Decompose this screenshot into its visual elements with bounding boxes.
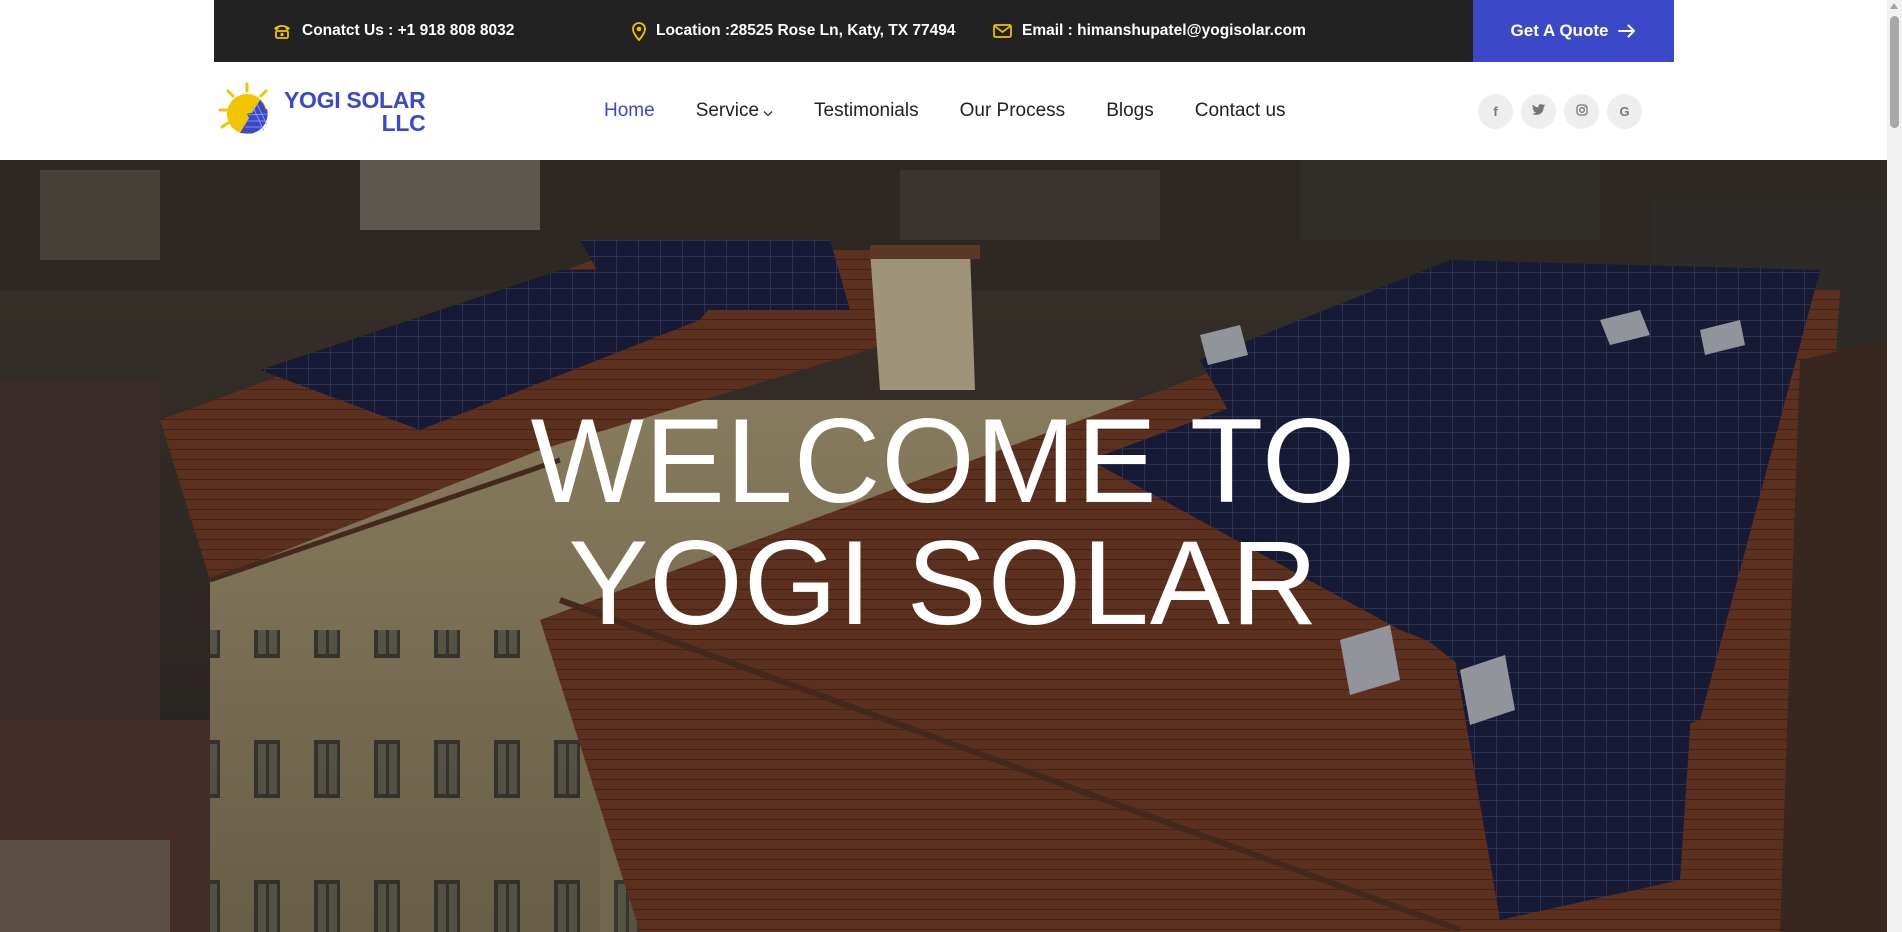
logo-line-1: YOGI SOLAR (284, 87, 426, 113)
top-contact-bar: Conatct Us : +1 918 808 8032 Location :2… (214, 0, 1674, 62)
facebook-icon: f (1493, 104, 1498, 119)
scroll-up-icon[interactable] (1890, 3, 1898, 9)
site-header: YOGI SOLAR LLC Home Service Testimonials (0, 62, 1887, 160)
hero-title-line-1: WELCOME TO (530, 394, 1357, 528)
nav-item-our-process[interactable]: Our Process (960, 100, 1066, 122)
nav-item-label: Testimonials (814, 100, 919, 121)
phone-icon (272, 23, 292, 39)
nav-item-label: Home (604, 100, 655, 121)
contact-phone[interactable]: Conatct Us : +1 918 808 8032 (272, 0, 514, 62)
nav-item-contact-us[interactable]: Contact us (1195, 100, 1286, 122)
contact-email-text: Email : himanshupatel@yogisolar.com (1022, 22, 1306, 39)
hero-section: WELCOME TO YOGI SOLAR (0, 160, 1887, 932)
facebook-link[interactable]: f (1478, 94, 1513, 129)
arrow-right-icon (1618, 24, 1636, 38)
google-link[interactable]: G (1607, 94, 1642, 129)
nav-item-blogs[interactable]: Blogs (1106, 100, 1154, 122)
get-quote-button[interactable]: Get A Quote (1473, 0, 1674, 62)
google-icon: G (1619, 104, 1630, 119)
hero-title-line-2: YOGI SOLAR (568, 516, 1319, 650)
page: Conatct Us : +1 918 808 8032 Location :2… (0, 0, 1902, 932)
logo-text: YOGI SOLAR LLC (284, 87, 426, 136)
site-logo[interactable]: YOGI SOLAR LLC (216, 80, 428, 144)
nav-item-service[interactable]: Service (696, 100, 773, 122)
twitter-icon (1531, 104, 1546, 119)
instagram-link[interactable] (1564, 94, 1599, 129)
twitter-link[interactable] (1521, 94, 1556, 129)
page-scrollbar[interactable] (1887, 0, 1902, 932)
chevron-down-icon (763, 110, 773, 117)
social-links: f G (1478, 94, 1650, 129)
nav-item-label: Blogs (1106, 100, 1154, 121)
contact-location[interactable]: Location :28525 Rose Ln, Katy, TX 77494 (632, 0, 956, 62)
map-pin-icon (632, 21, 646, 41)
scroll-thumb[interactable] (1890, 16, 1899, 128)
nav-item-testimonials[interactable]: Testimonials (814, 100, 919, 122)
contact-location-text: Location :28525 Rose Ln, Katy, TX 77494 (656, 22, 956, 39)
contact-phone-text: Conatct Us : +1 918 808 8032 (302, 22, 515, 39)
nav-item-home[interactable]: Home (604, 100, 655, 122)
nav-item-label: Our Process (959, 100, 1066, 121)
sun-panel-logo-icon (218, 82, 268, 134)
nav-item-label: Service (695, 100, 760, 121)
nav-item-label: Contact us (1194, 100, 1286, 121)
envelope-icon (993, 24, 1012, 38)
contact-email[interactable]: Email : himanshupatel@yogisolar.com (993, 0, 1306, 62)
get-quote-label: Get A Quote (1510, 21, 1609, 40)
hero-title: WELCOME TO YOGI SOLAR (0, 400, 1887, 644)
instagram-icon (1575, 104, 1588, 119)
logo-line-2: LLC (381, 110, 426, 136)
main-nav: Home Service Testimonials Our Process Bl… (604, 62, 1327, 160)
